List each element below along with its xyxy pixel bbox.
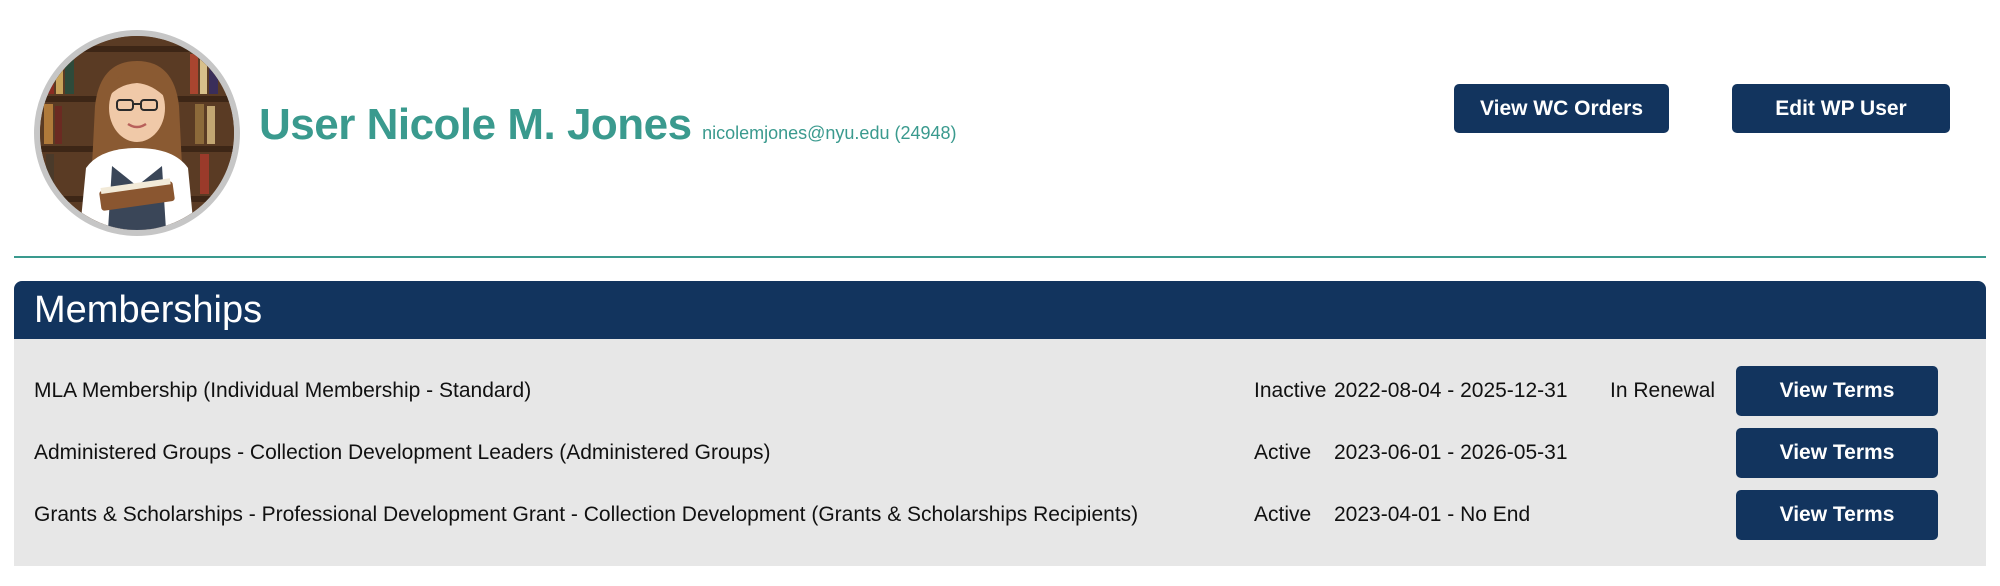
view-terms-button[interactable]: View Terms	[1736, 490, 1938, 540]
membership-row: Administered Groups - Collection Develop…	[14, 428, 1986, 478]
membership-row: MLA Membership (Individual Membership - …	[14, 366, 1986, 416]
memberships-panel: Memberships MLA Membership (Individual M…	[14, 281, 1986, 566]
membership-name: MLA Membership (Individual Membership - …	[34, 379, 532, 402]
membership-name: Grants & Scholarships - Professional Dev…	[34, 503, 1139, 526]
membership-dates: 2022-08-04 - 2025-12-31	[1334, 379, 1568, 402]
membership-dates: 2023-04-01 - No End	[1334, 503, 1531, 526]
view-terms-button[interactable]: View Terms	[1736, 428, 1938, 478]
membership-row: Grants & Scholarships - Professional Dev…	[14, 490, 1986, 540]
membership-name: Administered Groups - Collection Develop…	[34, 441, 771, 464]
user-email-id: nicolemjones@nyu.edu (24948)	[702, 123, 957, 143]
user-full-name: Nicole M. Jones	[366, 100, 693, 149]
avatar	[34, 30, 240, 236]
membership-status: Active	[1254, 503, 1312, 526]
user-name: User Nicole M. Jones	[259, 100, 692, 149]
membership-dates: 2023-06-01 - 2026-05-31	[1334, 441, 1568, 464]
user-profile-page: User Nicole M. Jones nicolemjones@nyu.ed…	[0, 0, 2000, 586]
edit-wp-user-button[interactable]: Edit WP User	[1732, 84, 1950, 133]
view-terms-button[interactable]: View Terms	[1736, 366, 1938, 416]
profile-header: User Nicole M. Jones nicolemjones@nyu.ed…	[14, 0, 1986, 258]
avatar-image	[40, 36, 234, 230]
memberships-heading: Memberships	[14, 281, 1986, 339]
membership-status: Active	[1254, 441, 1312, 464]
membership-status: Inactive	[1254, 379, 1327, 402]
membership-renewal-note: In Renewal	[1610, 379, 1716, 402]
user-title-prefix: User	[259, 100, 355, 149]
user-title: User Nicole M. Jones nicolemjones@nyu.ed…	[259, 100, 957, 150]
view-wc-orders-button[interactable]: View WC Orders	[1454, 84, 1669, 133]
